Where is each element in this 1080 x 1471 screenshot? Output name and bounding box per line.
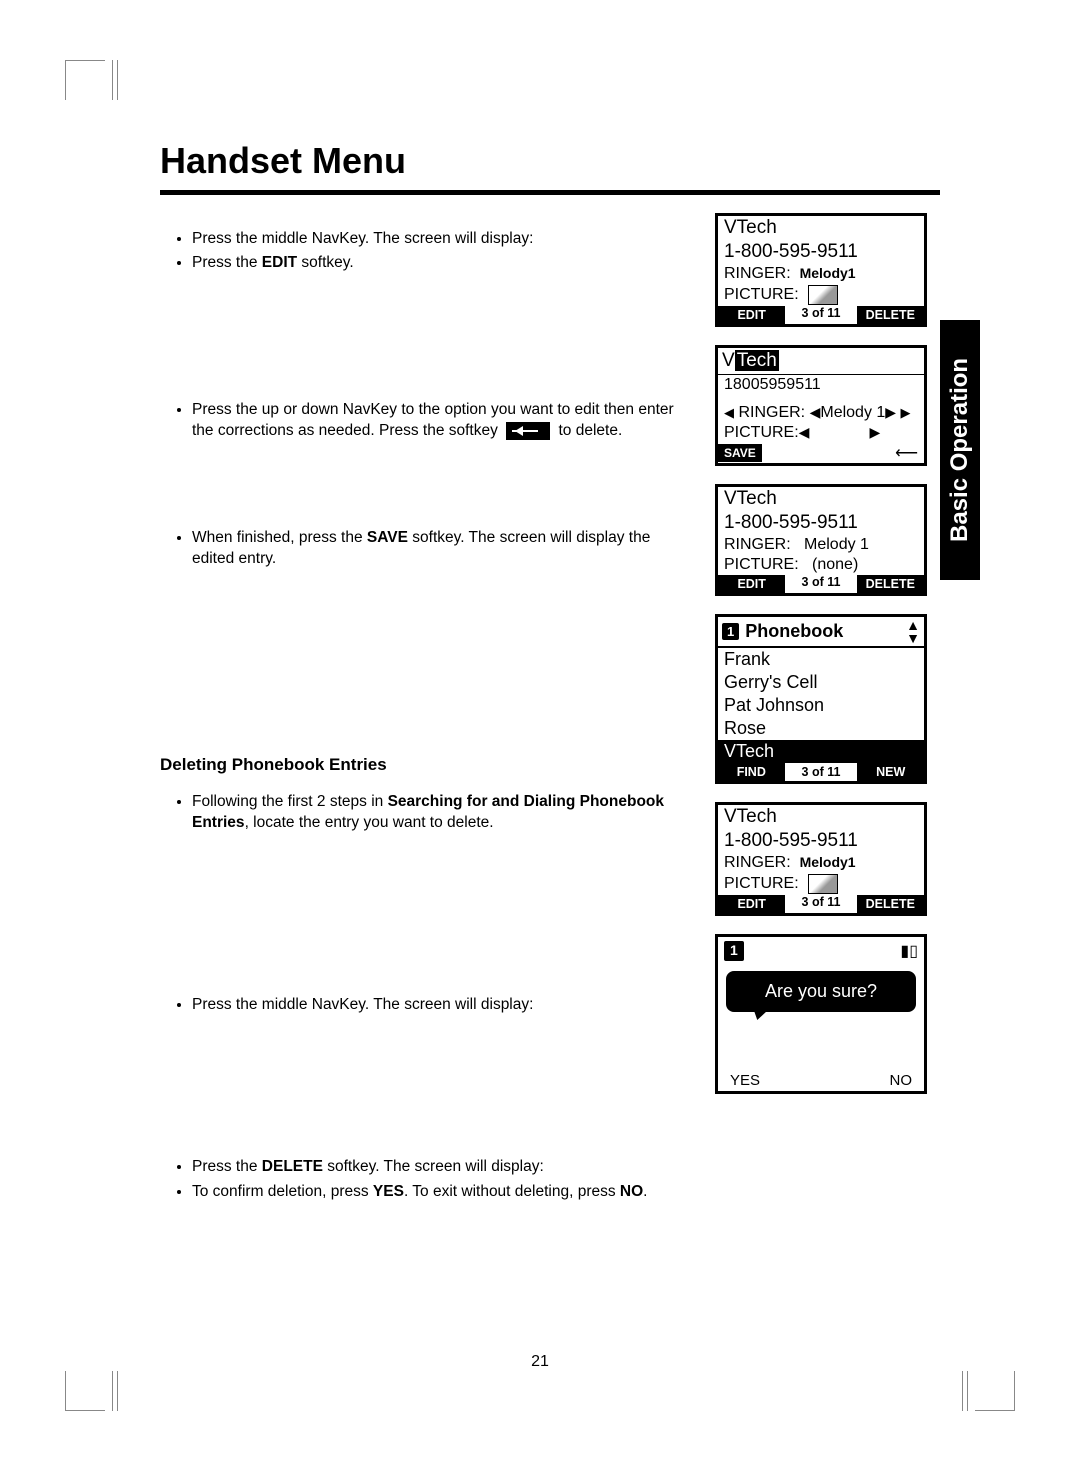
phonebook-entry[interactable]: VTech	[718, 740, 924, 763]
entry-name: VTech	[718, 487, 924, 511]
phone-screen-phonebook: 1 Phonebook ▲▼ FrankGerry's CellPat John…	[715, 614, 927, 784]
instruction-step: Press the DELETE softkey. The screen wil…	[192, 1157, 695, 1178]
handset-number-badge: 1	[724, 941, 744, 961]
instruction-step: Press the middle NavKey. The screen will…	[192, 995, 695, 1016]
confirm-message: Are you sure?	[726, 971, 916, 1012]
page-title: Handset Menu	[160, 140, 940, 182]
delete-softkey[interactable]: DELETE	[857, 575, 924, 593]
side-tab: Basic Operation	[940, 320, 980, 580]
phone-screen-view-entry: VTech 1-800-595-9511 RINGER: Melody1 PIC…	[715, 213, 927, 327]
ringer-row: RINGER: Melody1	[718, 264, 924, 284]
entry-counter: 3 of 11	[785, 895, 856, 913]
instruction-step: Following the first 2 steps in Searching…	[192, 792, 695, 834]
edit-softkey[interactable]: EDIT	[718, 575, 785, 593]
instructions-column: Press the middle NavKey. The screen will…	[160, 213, 695, 1218]
handset-number-badge: 1	[722, 623, 739, 640]
scroll-arrows-icon: ▲▼	[906, 619, 920, 644]
page-number: 21	[531, 1353, 549, 1371]
instruction-step: Press the EDIT softkey.	[192, 253, 695, 274]
entry-counter: 3 of 11	[785, 575, 856, 593]
phonebook-entry[interactable]: Gerry's Cell	[718, 671, 924, 694]
subsection-heading: Deleting Phonebook Entries	[160, 754, 695, 777]
phonebook-title: Phonebook	[745, 621, 843, 642]
picture-selector[interactable]: PICTURE:◀▶	[718, 423, 924, 443]
instruction-step: When finished, press the SAVE softkey. T…	[192, 528, 695, 570]
delete-softkey[interactable]: DELETE	[857, 895, 924, 913]
title-rule	[160, 190, 940, 195]
ringer-row: RINGER: Melody 1	[718, 535, 924, 555]
phone-screen-confirm: 1 ▮▯ Are you sure? YES NO	[715, 934, 927, 1094]
delete-softkey[interactable]: DELETE	[857, 306, 924, 324]
picture-thumbnail-icon	[808, 285, 838, 305]
entry-name: VTech	[718, 216, 924, 240]
edit-softkey[interactable]: EDIT	[718, 306, 785, 324]
new-softkey[interactable]: NEW	[857, 763, 924, 781]
phone-screen-edit-entry: VTech 18005959511 RINGER: ◀Melody 1▶ PIC…	[715, 345, 927, 466]
picture-row: PICTURE:	[718, 873, 924, 895]
picture-row: PICTURE:	[718, 284, 924, 306]
edit-number: 18005959511	[718, 375, 924, 395]
entry-number: 1-800-595-9511	[718, 240, 924, 264]
delete-key-icon	[506, 422, 550, 440]
find-softkey[interactable]: FIND	[718, 763, 785, 781]
screens-column: VTech 1-800-595-9511 RINGER: Melody1 PIC…	[715, 213, 940, 1218]
save-softkey[interactable]: SAVE	[718, 444, 762, 462]
edit-name-field[interactable]: VTech	[718, 348, 924, 374]
ringer-selector[interactable]: RINGER: ◀Melody 1▶	[718, 403, 924, 423]
phonebook-entry[interactable]: Rose	[718, 717, 924, 740]
phonebook-entry[interactable]: Frank	[718, 648, 924, 671]
entry-number: 1-800-595-9511	[718, 829, 924, 853]
edit-softkey[interactable]: EDIT	[718, 895, 785, 913]
entry-counter: 3 of 11	[785, 306, 856, 324]
phonebook-entry[interactable]: Pat Johnson	[718, 694, 924, 717]
phone-screen-edited-entry: VTech 1-800-595-9511 RINGER: Melody 1 PI…	[715, 484, 927, 596]
yes-softkey[interactable]: YES	[730, 1072, 760, 1089]
phone-screen-view-entry: VTech 1-800-595-9511 RINGER: Melody1 PIC…	[715, 802, 927, 916]
instruction-step: To confirm deletion, press YES. To exit …	[192, 1182, 695, 1203]
entry-counter: 3 of 11	[785, 763, 858, 781]
picture-thumbnail-icon	[808, 874, 838, 894]
no-softkey[interactable]: NO	[890, 1072, 913, 1089]
picture-row: PICTURE: (none)	[718, 555, 924, 575]
entry-name: VTech	[718, 805, 924, 829]
back-arrow-icon[interactable]: ⟵	[768, 443, 924, 463]
ringer-row: RINGER: Melody1	[718, 853, 924, 873]
instruction-step: Press the up or down NavKey to the optio…	[192, 400, 695, 442]
instruction-step: Press the middle NavKey. The screen will…	[192, 229, 695, 250]
battery-icon: ▮▯	[900, 941, 918, 961]
entry-number: 1-800-595-9511	[718, 511, 924, 535]
